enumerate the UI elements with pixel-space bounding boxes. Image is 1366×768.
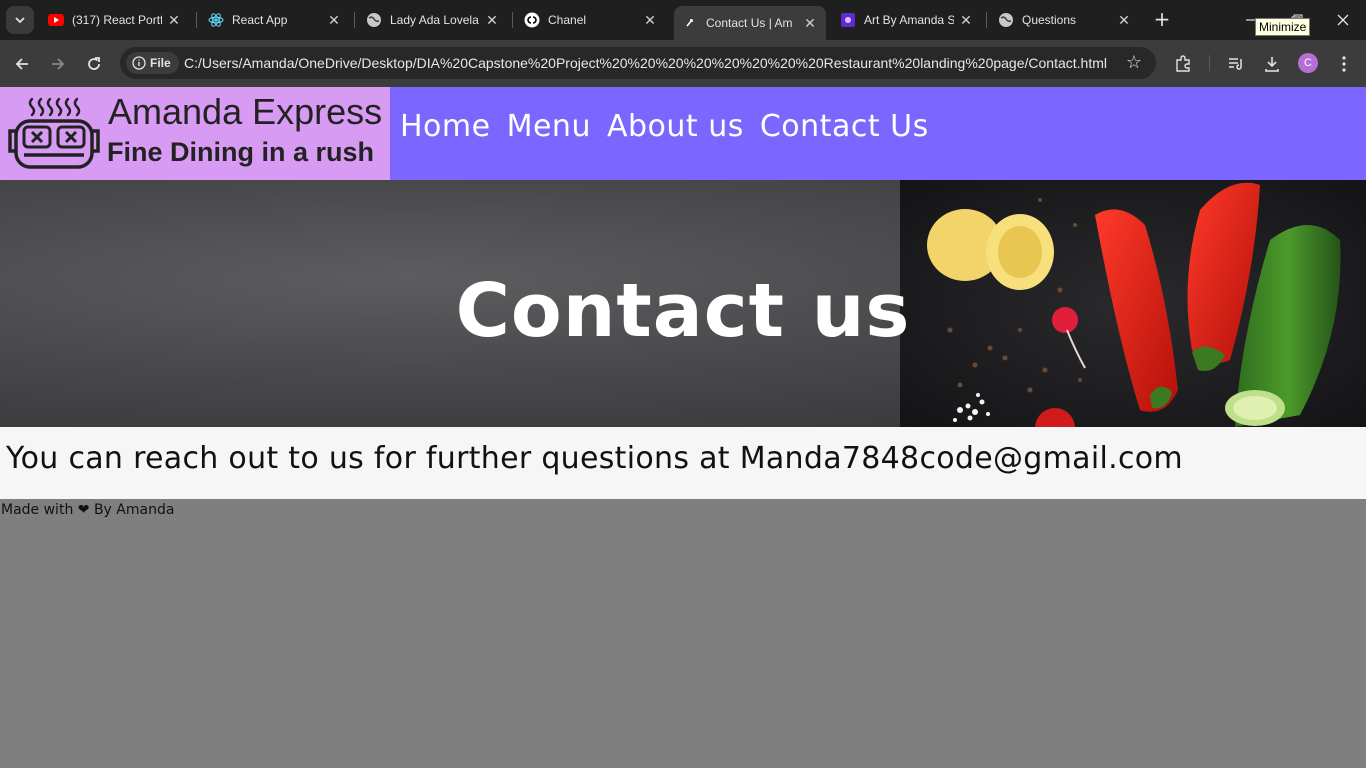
- arrow-left-icon: [15, 58, 28, 70]
- site-header: Amanda Express Fine Dining in a rush Hom…: [0, 87, 1366, 180]
- close-icon[interactable]: ✕: [802, 15, 818, 31]
- art-icon: [840, 12, 856, 28]
- tab-title: Contact Us | Am: [706, 16, 793, 30]
- brand-tagline: Fine Dining in a rush: [107, 137, 375, 167]
- browser-toolbar: File C:/Users/Amanda/OneDrive/Desktop/DI…: [0, 40, 1366, 87]
- profile-avatar[interactable]: C: [1298, 53, 1318, 73]
- react-icon: [208, 12, 224, 28]
- tab-divider: [512, 12, 513, 28]
- globe-icon: [366, 12, 382, 28]
- tab-divider: [986, 12, 987, 28]
- reload-button[interactable]: [80, 50, 108, 78]
- scheme-label: File: [150, 56, 171, 70]
- tab-react-app[interactable]: React App ✕: [200, 6, 350, 34]
- tab-title: Chanel: [548, 13, 587, 27]
- nav-menu-link[interactable]: Menu: [507, 109, 591, 144]
- tab-questions[interactable]: Questions ✕: [990, 6, 1140, 34]
- reload-icon: [88, 57, 100, 70]
- close-icon[interactable]: ✕: [326, 12, 342, 28]
- site-info-chip[interactable]: File: [126, 52, 179, 74]
- nav-about-link[interactable]: About us: [607, 109, 744, 144]
- tab-divider: [196, 12, 197, 28]
- info-icon: [132, 56, 146, 70]
- new-tab-button[interactable]: +: [1150, 8, 1174, 32]
- minimize-tooltip: Minimize: [1255, 18, 1311, 36]
- youtube-icon: [48, 12, 64, 28]
- close-icon[interactable]: ✕: [958, 12, 974, 28]
- address-bar[interactable]: File C:/Users/Amanda/OneDrive/Desktop/DI…: [120, 47, 1156, 79]
- extensions-icon[interactable]: [1171, 52, 1195, 76]
- page: Amanda Express Fine Dining in a rush Hom…: [0, 87, 1366, 768]
- steaming-dish-logo-icon: [8, 97, 100, 169]
- url-text[interactable]: C:/Users/Amanda/OneDrive/Desktop/DIA%20C…: [184, 55, 1107, 71]
- tab-title: (317) React Portf: [72, 13, 162, 27]
- page-icon: [682, 15, 698, 31]
- nav-home-link[interactable]: Home: [400, 109, 491, 144]
- close-icon[interactable]: ✕: [484, 12, 500, 28]
- tab-chanel[interactable]: Chanel ✕: [516, 6, 666, 34]
- tab-react-portfolio[interactable]: (317) React Portf ✕: [40, 6, 190, 34]
- main-nav: Home Menu About us Contact Us: [400, 109, 929, 144]
- back-button[interactable]: [8, 50, 36, 78]
- heart-icon: ❤: [77, 502, 90, 518]
- tab-title: Lady Ada Lovela: [390, 13, 479, 27]
- download-icon[interactable]: [1260, 52, 1284, 76]
- tab-title: Questions: [1022, 13, 1077, 27]
- hero-title: Contact us: [455, 268, 911, 354]
- forward-button[interactable]: [44, 50, 72, 78]
- tab-strip: (317) React Portf ✕ React App ✕ Lady Ada…: [0, 0, 1366, 40]
- more-menu-icon[interactable]: [1332, 52, 1356, 76]
- brand-name: Amanda Express: [108, 91, 383, 132]
- footer-prefix: Made with: [1, 502, 74, 518]
- tab-contact-us[interactable]: Contact Us | Am ✕: [674, 6, 826, 40]
- bookmark-star-icon[interactable]: ☆: [1124, 53, 1144, 73]
- tab-lady-ada[interactable]: Lady Ada Lovela ✕: [358, 6, 508, 34]
- hero-banner: Contact us: [0, 180, 1366, 427]
- globe-icon: [998, 12, 1014, 28]
- media-control-icon[interactable]: [1224, 52, 1248, 76]
- nav-contact-link[interactable]: Contact Us: [760, 109, 929, 144]
- footer-suffix: By Amanda: [93, 502, 175, 518]
- chanel-icon: [524, 12, 540, 28]
- close-icon[interactable]: ✕: [1116, 12, 1132, 28]
- contact-section: You can reach out to us for further ques…: [0, 427, 1366, 499]
- toolbar-divider: [1209, 55, 1210, 71]
- arrow-right-icon: [52, 58, 65, 70]
- tab-title: React App: [232, 13, 288, 27]
- brand-block: Amanda Express Fine Dining in a rush: [0, 87, 390, 180]
- close-icon[interactable]: ✕: [166, 12, 182, 28]
- tab-title: Art By Amanda S: [864, 13, 954, 27]
- footer: Made with ❤ By Amanda: [1, 502, 174, 518]
- contact-message: You can reach out to us for further ques…: [6, 441, 1183, 476]
- close-window-button[interactable]: [1320, 0, 1366, 40]
- tab-search-button[interactable]: [6, 6, 34, 34]
- tab-art-by-amanda[interactable]: Art By Amanda S ✕: [832, 6, 982, 34]
- close-icon: [1337, 14, 1349, 26]
- tab-divider: [354, 12, 355, 28]
- close-icon[interactable]: ✕: [642, 12, 658, 28]
- chevron-down-icon: [15, 17, 25, 24]
